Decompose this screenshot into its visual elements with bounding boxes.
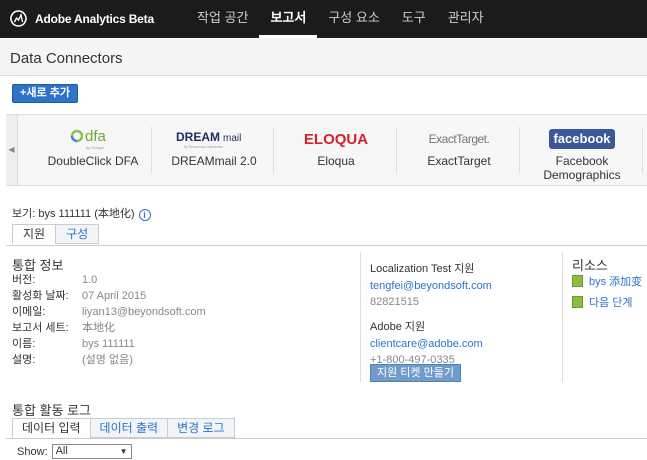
info-row-version: 버전: 1.0 — [12, 274, 98, 286]
resources-title: 리소스 — [572, 258, 608, 273]
integration-info-table: 버전: 1.0 활성화 날짜: 07 April 2015 이메일: liyan13@… — [12, 272, 206, 368]
localization-support-heading: Localization Test 지원 — [370, 263, 475, 275]
eloqua-logo-icon: ELOQUA — [304, 131, 368, 148]
nav-workspace[interactable]: 작업 공간 — [186, 0, 259, 38]
svg-text:dfa: dfa — [85, 128, 107, 145]
info-row-activation-date: 활성화 날짜: 07 April 2015 — [12, 290, 147, 302]
connector-carousel: ◀ dfa by Google DoubleClick DFA DREAM ma… — [6, 114, 647, 186]
divider — [6, 245, 647, 246]
svg-text:by Responsys Interactive: by Responsys Interactive — [184, 145, 223, 149]
dfa-logo: dfa by Google — [31, 125, 155, 153]
nav-components[interactable]: 구성 요소 — [317, 0, 390, 38]
brand[interactable]: Adobe Analytics Beta — [10, 10, 154, 27]
show-label: Show: — [17, 445, 48, 458]
connector-name: ExactTarget — [427, 154, 491, 168]
main-nav: 작업 공간 보고서 구성 요소 도구 관리자 — [186, 0, 495, 38]
divider — [6, 438, 647, 439]
connector-name: DoubleClick DFA — [47, 154, 139, 168]
connector-name: Facebook Demographics — [543, 154, 621, 182]
nav-admin[interactable]: 관리자 — [437, 0, 495, 38]
connector-dreammail[interactable]: DREAM mail by Responsys Interactive DREA… — [152, 115, 276, 185]
tab-data-output[interactable]: 데이터 출력 — [89, 418, 169, 438]
subtabs: 지원 구성 — [12, 224, 100, 244]
tab-data-input[interactable]: 데이터 입력 — [12, 418, 91, 438]
document-icon — [572, 296, 583, 308]
view-name: 보기: bys 111111 (本地化) — [12, 208, 135, 220]
info-row-report-suite: 보고서 세트: 本地化 — [12, 322, 115, 334]
carousel-prev-icon[interactable]: ◀ — [6, 115, 18, 185]
adobe-support-email-link[interactable]: clientcare@adobe.com — [370, 338, 492, 350]
page-title: Data Connectors — [10, 50, 123, 67]
support-panel: Localization Test 지원 tengfei@beyondsoft.… — [370, 260, 492, 366]
connector-eloqua[interactable]: ELOQUA Eloqua — [274, 115, 398, 185]
top-nav-bar: Adobe Analytics Beta 작업 공간 보고서 구성 요소 도구 … — [0, 0, 647, 38]
facebook-logo: facebook — [520, 125, 644, 153]
dfa-logo-icon: dfa by Google — [70, 128, 107, 150]
app-title: Adobe Analytics Beta — [35, 11, 154, 26]
show-select[interactable]: All ▼ — [51, 444, 132, 459]
tab-support[interactable]: 지원 — [12, 224, 57, 244]
tab-change-log[interactable]: 변경 로그 — [167, 418, 235, 438]
svg-text:facebook: facebook — [553, 131, 611, 146]
info-row-description: 설명: (설명 없음) — [12, 354, 133, 366]
show-select-value: All — [55, 445, 68, 457]
connector-name: Eloqua — [317, 154, 355, 168]
resource-link[interactable]: 다음 단계 — [572, 294, 633, 310]
svg-text:by Google: by Google — [86, 145, 105, 150]
nav-tools[interactable]: 도구 — [391, 0, 437, 38]
divider — [360, 252, 361, 382]
info-row-name: 이름: bys 111111 — [12, 338, 135, 350]
connector-exacttarget[interactable]: ExactTarget. ExactTarget — [397, 115, 521, 185]
connector-name: DREAMmail 2.0 — [171, 154, 257, 168]
create-support-ticket-button[interactable]: 지원 티켓 만들기 — [370, 364, 461, 382]
connector-doubleclick-dfa[interactable]: dfa by Google DoubleClick DFA — [31, 115, 155, 185]
nav-reports[interactable]: 보고서 — [259, 0, 318, 38]
localization-support-phone: 82821515 — [370, 296, 419, 308]
info-row-email: 이메일: liyan13@beyondsoft.com — [12, 306, 206, 318]
localization-support-email-link[interactable]: tengfei@beyondsoft.com — [370, 280, 492, 292]
dreammail-logo-icon: DREAM mail by Responsys Interactive — [176, 130, 241, 149]
dreammail-logo: DREAM mail by Responsys Interactive — [152, 125, 276, 153]
facebook-logo-icon: facebook — [549, 129, 615, 149]
info-icon[interactable]: i — [138, 209, 151, 221]
adobe-support-heading: Adobe 지원 — [370, 321, 426, 333]
resources-panel: 리소스 bys 添加变 다음 단계 — [572, 255, 642, 309]
chevron-down-icon: ▼ — [119, 447, 128, 456]
divider — [642, 127, 643, 173]
exacttarget-logo-icon: ExactTarget. — [429, 132, 490, 146]
document-icon — [572, 275, 583, 287]
svg-text:ELOQUA: ELOQUA — [304, 131, 368, 148]
add-new-button[interactable]: +새로 추가 — [12, 84, 78, 103]
svg-text:ExactTarget.: ExactTarget. — [429, 132, 490, 146]
resource-link[interactable]: bys 添加变 — [572, 273, 642, 289]
eloqua-logo: ELOQUA — [274, 125, 398, 153]
show-filter: Show: All ▼ — [17, 444, 132, 459]
adobe-analytics-logo-icon — [10, 10, 27, 27]
svg-text:DREAM: DREAM — [176, 130, 220, 144]
view-label: 보기: bys 111111 (本地化) i — [12, 205, 151, 221]
activity-log-title: 통합 활동 로그 — [12, 403, 91, 418]
exacttarget-logo: ExactTarget. — [397, 125, 521, 153]
svg-text:mail: mail — [223, 133, 241, 144]
divider — [562, 252, 563, 382]
tab-config[interactable]: 구성 — [55, 224, 100, 244]
page-header: Data Connectors — [0, 38, 647, 76]
activity-log-tabs: 데이터 입력 데이터 출력 변경 로그 — [12, 418, 235, 438]
connector-facebook-demographics[interactable]: facebook Facebook Demographics — [520, 115, 644, 185]
